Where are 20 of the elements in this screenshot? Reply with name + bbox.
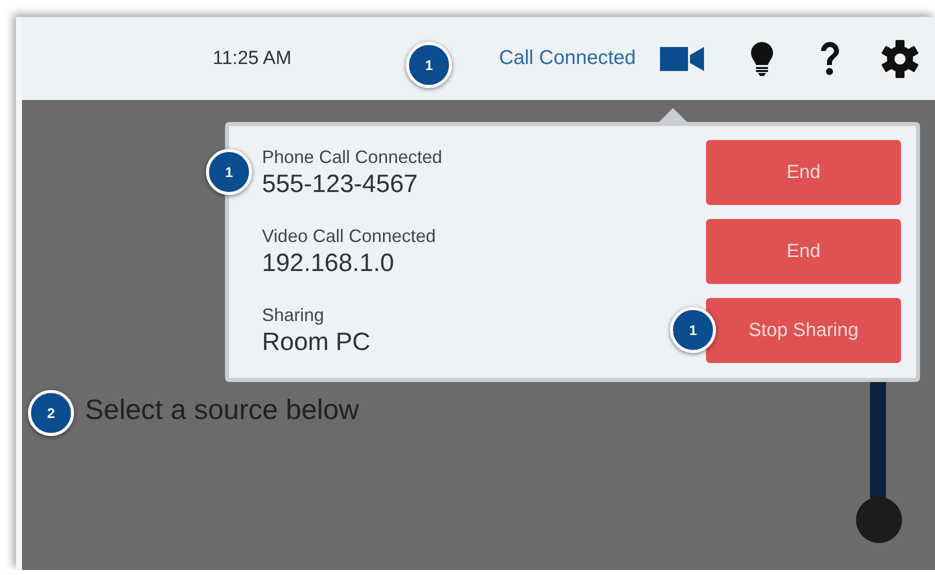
video-camera-icon[interactable]: [660, 46, 704, 70]
call-label: Video Call Connected: [262, 226, 436, 246]
call-label: Sharing: [262, 304, 324, 326]
callout-badge: 2: [28, 390, 74, 436]
call-value: 555-123-4567: [262, 170, 418, 198]
source-prompt: Select a source below: [85, 394, 359, 426]
callout-badge: 1: [406, 42, 452, 88]
slider-handle[interactable]: [856, 497, 902, 543]
call-status[interactable]: Call Connected: [499, 47, 636, 70]
lightbulb-icon[interactable]: [750, 42, 773, 76]
settings-icon[interactable]: [880, 40, 919, 78]
callout-badge: 1: [206, 149, 252, 195]
call-label: Phone Call Connected: [262, 146, 442, 168]
call-value: 192.168.1.0: [262, 248, 394, 278]
help-icon[interactable]: [818, 42, 841, 76]
clock-time: 11:25 AM: [212, 48, 292, 70]
stop-sharing-button[interactable]: Stop Sharing: [706, 298, 901, 363]
call-value: Room PC: [262, 328, 370, 356]
end-call-button[interactable]: End: [706, 219, 901, 284]
end-call-button[interactable]: End: [706, 140, 901, 205]
